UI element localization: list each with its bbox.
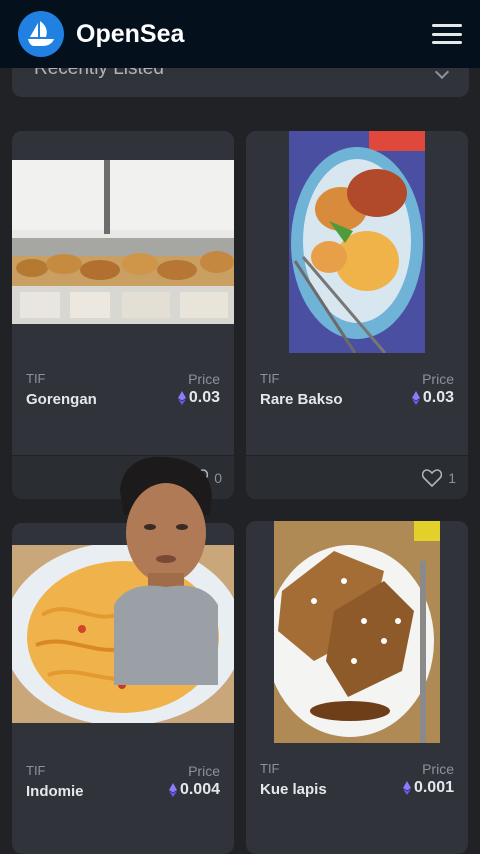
price-label: Price (422, 371, 454, 387)
heart-icon[interactable] (422, 468, 443, 487)
collection-name[interactable]: TIF (26, 371, 46, 386)
webcam-overlay (114, 456, 218, 685)
price-value: 0.03 (411, 389, 454, 407)
nft-card[interactable]: TIF Gorengan Price 0.03 0 (12, 131, 234, 499)
nft-image-gorengan[interactable] (12, 131, 234, 351)
nft-image-rare-bakso[interactable] (246, 131, 468, 353)
sailboat-icon (28, 21, 54, 46)
opensea-logo[interactable] (18, 11, 64, 57)
top-navbar: OpenSea (0, 0, 480, 68)
price-value: 0.004 (168, 781, 220, 799)
nft-name[interactable]: Gorengan (26, 391, 97, 408)
nft-name[interactable]: Kue lapis (260, 781, 327, 798)
collection-name[interactable]: TIF (26, 763, 46, 778)
like-count: 1 (448, 469, 456, 486)
price-label: Price (188, 763, 220, 779)
eth-icon (177, 391, 186, 405)
page: Recently Listed OpenSea TIF Gorengan Pri… (0, 0, 480, 854)
collection-name[interactable]: TIF (260, 761, 280, 776)
hamburger-menu-icon[interactable] (432, 22, 462, 46)
nft-image-kue-lapis[interactable] (246, 521, 468, 743)
price-value: 0.03 (177, 389, 220, 407)
nft-card[interactable]: TIF Rare Bakso Price 0.03 1 (246, 131, 468, 499)
card-footer: 1 (246, 455, 468, 499)
price-label: Price (188, 371, 220, 387)
price-value: 0.001 (402, 779, 454, 797)
nft-name[interactable]: Indomie (26, 783, 84, 800)
brand-name[interactable]: OpenSea (76, 20, 184, 49)
eth-icon (402, 781, 411, 795)
collection-name[interactable]: TIF (260, 371, 280, 386)
price-label: Price (422, 761, 454, 777)
nft-card[interactable]: TIF Kue lapis Price 0.001 (246, 521, 468, 854)
eth-icon (411, 391, 420, 405)
nft-name[interactable]: Rare Bakso (260, 391, 343, 408)
eth-icon (168, 783, 177, 797)
